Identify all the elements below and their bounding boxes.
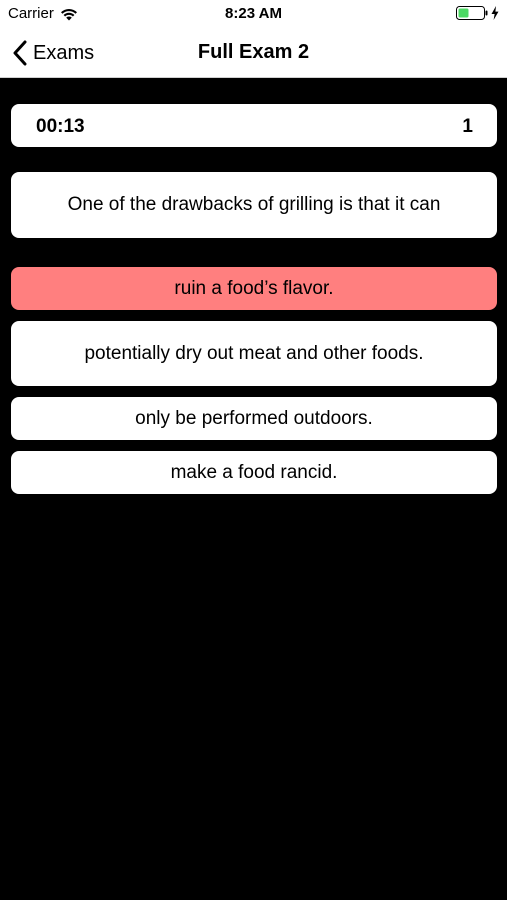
answer-option-3[interactable]: only be performed outdoors. (11, 397, 497, 440)
bolt-icon (491, 6, 499, 20)
status-bar: Carrier 8:23 AM (0, 0, 507, 28)
back-button[interactable]: Exams (12, 38, 94, 68)
elapsed-timer: 00:13 (36, 116, 85, 137)
navigation-bar: Exams Full Exam 2 (0, 28, 507, 78)
timer-card: 00:13 1 (11, 104, 497, 147)
status-right (456, 6, 499, 20)
battery-icon (456, 6, 488, 20)
chevron-left-icon (13, 40, 27, 66)
status-time: 8:23 AM (225, 5, 282, 22)
answer-option-4[interactable]: make a food rancid. (11, 451, 497, 494)
back-label: Exams (33, 41, 95, 64)
answer-option-1[interactable]: ruin a food’s flavor. (11, 267, 497, 310)
answer-option-2[interactable]: potentially dry out meat and other foods… (11, 321, 497, 386)
question-text: One of the drawbacks of grilling is that… (11, 172, 497, 238)
question-number: 1 (462, 116, 473, 137)
exam-screen: Carrier 8:23 AM Exams Full Exam 2 00:13 … (0, 0, 507, 900)
